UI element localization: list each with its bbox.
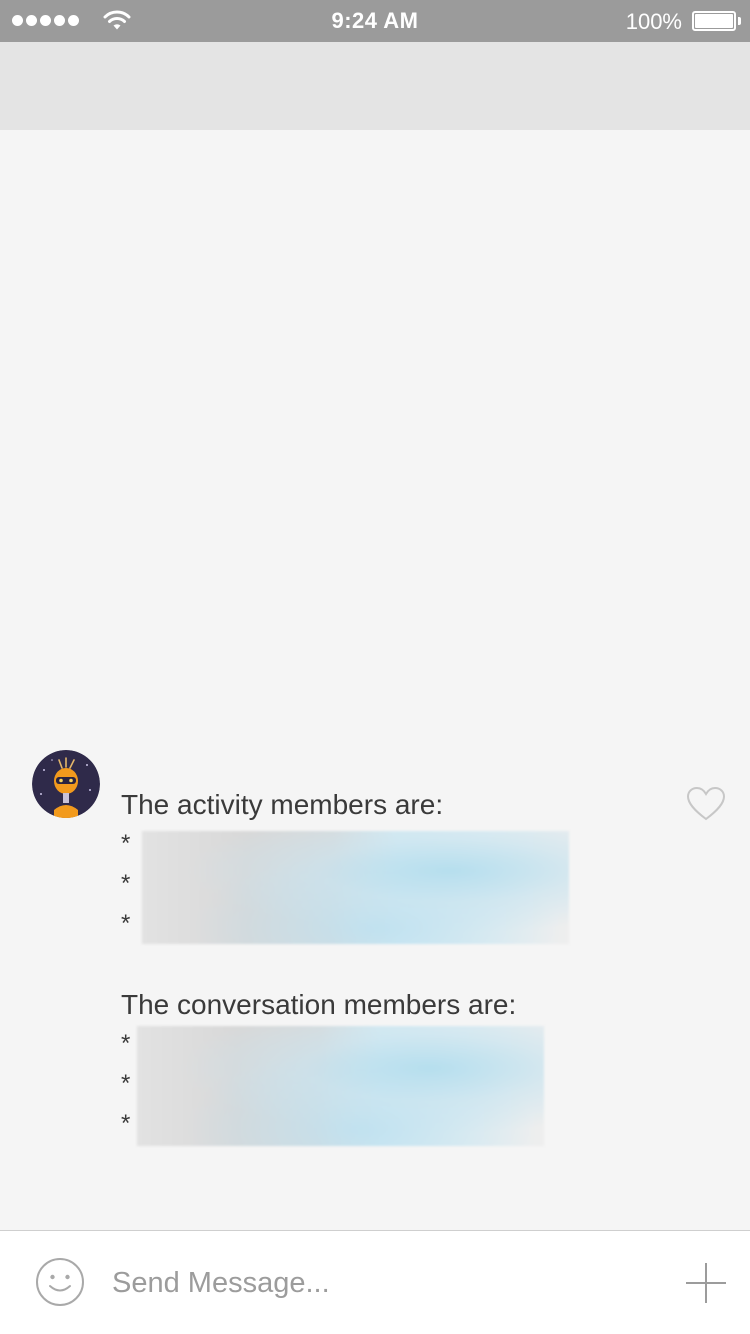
conversation-member-bullet: * — [121, 1030, 131, 1057]
redacted-conversation-members — [137, 1026, 544, 1146]
plus-icon[interactable] — [684, 1261, 728, 1305]
activity-member-bullet: * — [121, 870, 131, 897]
message-input[interactable] — [112, 1261, 652, 1305]
activity-member-bullet: * — [121, 910, 131, 937]
bot-avatar-icon — [32, 750, 100, 818]
chat-area[interactable]: The activity members are: * * * The conv… — [0, 130, 750, 1230]
battery-icon — [692, 11, 736, 31]
status-bar: 9:24 AM 100% — [0, 0, 750, 42]
like-heart-icon[interactable] — [686, 786, 726, 822]
activity-members-heading: The activity members are: — [121, 789, 444, 820]
conversation-member-bullet: * — [121, 1070, 131, 1097]
battery-tip — [738, 17, 741, 25]
conversation-member-bullet: * — [121, 1110, 131, 1137]
redacted-activity-members — [142, 831, 569, 944]
message-composer — [0, 1230, 750, 1334]
navigation-bar — [0, 42, 750, 130]
battery-percent: 100% — [625, 9, 682, 34]
activity-member-bullet: * — [121, 830, 131, 857]
smiley-icon[interactable] — [35, 1257, 85, 1307]
conversation-members-heading: The conversation members are: — [121, 989, 517, 1020]
avatar[interactable] — [32, 750, 100, 818]
